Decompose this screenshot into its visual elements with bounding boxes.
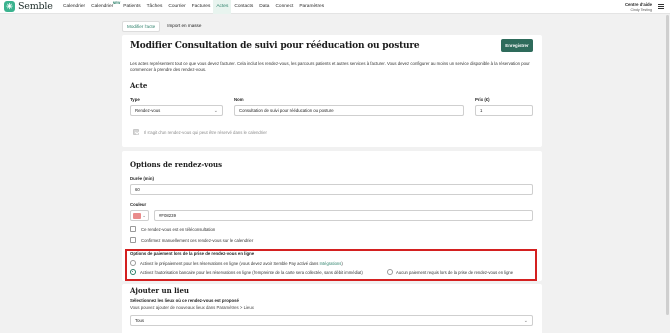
save-button[interactable]: Enregistrer — [501, 39, 533, 52]
manual-confirm-label: Confirmez manuellement ces rendez-vous s… — [141, 238, 254, 243]
location-section-title: Ajouter un lieu — [130, 286, 190, 295]
hamburger-menu-icon[interactable] — [658, 4, 664, 10]
main-nav: Calendrier Calendrier NEW Patients Tâche… — [60, 0, 327, 14]
nav-item-parametres[interactable]: Paramètres — [296, 0, 327, 14]
nav-item-courrier[interactable]: Courrier — [165, 0, 188, 14]
chevron-down-icon: ⌄ — [523, 318, 528, 324]
new-badge: NEW — [112, 0, 121, 5]
duration-label: Durée (min) — [130, 176, 154, 181]
color-label: Couleur — [130, 202, 147, 207]
tab-import-en-masse[interactable]: Import en masse — [163, 21, 205, 32]
color-hex-input[interactable]: #F08239 — [154, 210, 533, 221]
nav-item-taches[interactable]: Tâches — [144, 0, 166, 14]
semble-logo-text: Semble — [18, 1, 53, 12]
name-input-value: Consultation de suivi pour rééducation o… — [239, 108, 334, 113]
chevron-down-icon: ⌄ — [213, 108, 218, 114]
teleconsult-checkbox[interactable] — [130, 226, 136, 232]
semble-logo[interactable]: ✳ Semble — [4, 1, 60, 12]
location-select[interactable]: Tous ⌄ — [130, 315, 533, 326]
page-description: Les actes représentent tout ce que vous … — [130, 61, 530, 72]
price-input[interactable]: 1 — [475, 105, 533, 116]
chevron-down-icon: ⌄ — [142, 212, 146, 218]
single-rdv-label: Il s'agit d'un rendez-vous qui peut être… — [144, 130, 267, 135]
color-swatch — [133, 213, 141, 219]
payment-options-highlight — [125, 249, 537, 281]
nav-item-data[interactable]: Data — [256, 0, 272, 14]
nav-item-patients[interactable]: Patients — [120, 0, 143, 14]
rdv-options-title: Options de rendez-vous — [130, 160, 223, 169]
nav-item-calendrier[interactable]: Calendrier — [60, 0, 88, 14]
semble-logo-icon: ✳ — [4, 1, 15, 12]
top-navigation-bar: ✳ Semble Calendrier Calendrier NEW Patie… — [0, 0, 670, 14]
location-card: Ajouter un lieu Sélectionnez les lieux o… — [122, 284, 542, 333]
tab-modifier-acte[interactable]: Modifier l'acte — [122, 21, 161, 32]
nav-item-contacts[interactable]: Contacts — [231, 0, 256, 14]
duration-input[interactable]: 60 — [130, 184, 533, 195]
acte-card: Modifier Consultation de suivi pour rééd… — [122, 35, 542, 147]
manual-confirm-checkbox[interactable] — [130, 237, 136, 243]
nav-item-factures[interactable]: Factures — [189, 0, 214, 14]
name-label: Nom — [234, 97, 244, 102]
price-label: Prix (€) — [475, 97, 490, 102]
teleconsult-label: Ce rendez-vous est en téléconsultation — [141, 227, 216, 232]
type-label: Type — [130, 97, 140, 102]
location-hint: Vous pouvez ajouter de nouveaux lieux da… — [130, 305, 254, 310]
page-scrollbar[interactable] — [666, 15, 669, 315]
nav-item-actes[interactable]: Actes — [213, 0, 232, 14]
type-select[interactable]: Rendez-vous ⌄ — [130, 105, 223, 116]
color-hex-value: #F08239 — [159, 213, 176, 218]
account-switcher[interactable]: Centre d'aide Cindy Testing — [625, 2, 652, 12]
type-select-value: Rendez-vous — [135, 108, 161, 113]
duration-input-value: 60 — [135, 187, 140, 192]
nav-item-calendrier-new[interactable]: Calendrier NEW — [88, 0, 120, 14]
price-input-value: 1 — [480, 108, 483, 113]
name-input[interactable]: Consultation de suivi pour rééducation o… — [234, 105, 464, 116]
user-name: Cindy Testing — [630, 8, 652, 12]
color-picker-button[interactable]: ⌄ — [130, 210, 149, 221]
page-title: Modifier Consultation de suivi pour rééd… — [130, 41, 420, 51]
location-select-value: Tous — [135, 318, 145, 323]
single-rdv-checkbox[interactable] — [133, 129, 139, 135]
acte-section-title: Acte — [130, 81, 148, 90]
location-select-label: Sélectionnez les lieux où ce rendez-vous… — [130, 298, 239, 303]
page-tabs: Modifier l'acte Import en masse — [122, 21, 208, 32]
nav-item-connect[interactable]: Connect — [272, 0, 296, 14]
org-name: Centre d'aide — [624, 2, 652, 7]
nav-item-label: Calendrier — [91, 4, 114, 9]
